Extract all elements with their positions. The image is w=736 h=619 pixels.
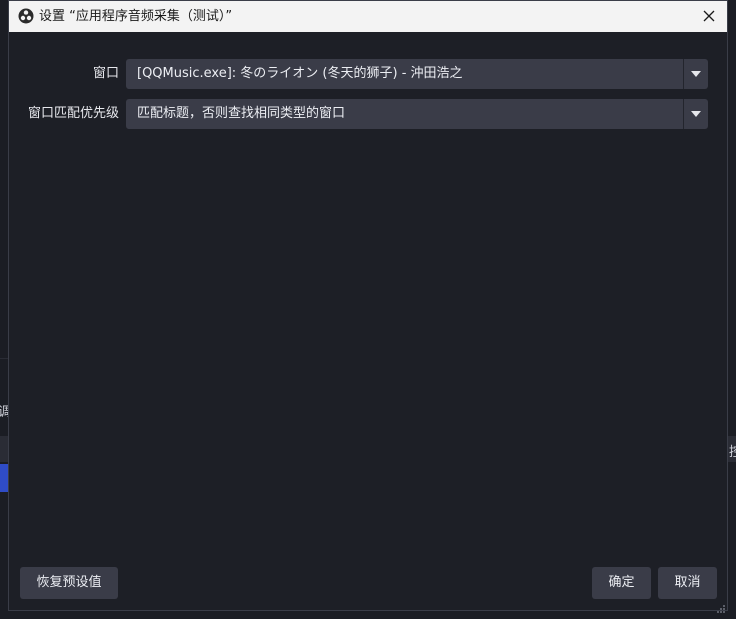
cancel-button[interactable]: 取消 — [658, 567, 717, 599]
dialog-content: 窗口 [QQMusic.exe]: 冬のライオン (冬天的狮子) - 沖田浩之 … — [9, 32, 727, 613]
obs-logo-icon — [18, 8, 34, 24]
priority-label: 窗口匹配优先级 — [27, 106, 119, 121]
window-title: 设置 “应用程序音频采集（测试）” — [39, 9, 233, 24]
priority-select-value: 匹配标题，否则查找相同类型的窗口 — [137, 106, 346, 121]
ok-button[interactable]: 确定 — [592, 567, 651, 599]
close-icon — [703, 7, 715, 26]
settings-dialog: 设置 “应用程序音频采集（测试）” 窗口 [QQMusic.exe]: 冬のライ… — [8, 0, 728, 613]
background-label-right: 控 — [729, 445, 736, 460]
chevron-down-icon[interactable] — [684, 99, 708, 129]
resize-grip-icon[interactable] — [716, 599, 726, 613]
priority-select[interactable]: 匹配标题，否则查找相同类型的窗口 — [126, 99, 708, 129]
title-bar: 设置 “应用程序音频采集（测试）” — [9, 1, 727, 32]
window-label: 窗口 — [92, 66, 119, 81]
restore-defaults-button[interactable]: 恢复预设值 — [20, 567, 118, 599]
window-select-value: [QQMusic.exe]: 冬のライオン (冬天的狮子) - 沖田浩之 — [137, 66, 463, 81]
window-select[interactable]: [QQMusic.exe]: 冬のライオン (冬天的狮子) - 沖田浩之 — [126, 59, 708, 89]
close-button[interactable] — [695, 3, 723, 29]
priority-row: 窗口匹配优先级 匹配标题，否则查找相同类型的窗口 — [9, 99, 727, 129]
chevron-down-icon[interactable] — [684, 59, 708, 89]
background-header — [0, 436, 8, 462]
window-row: 窗口 [QQMusic.exe]: 冬のライオン (冬天的狮子) - 沖田浩之 — [9, 59, 727, 89]
background-divider — [0, 358, 8, 359]
